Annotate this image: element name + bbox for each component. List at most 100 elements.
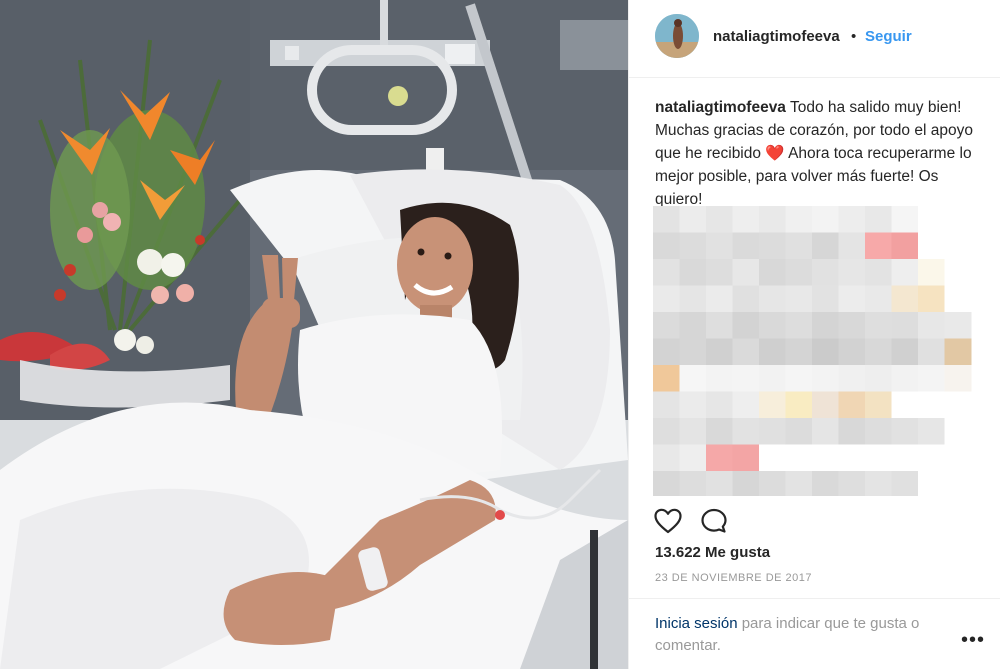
blur-pixel (944, 206, 972, 233)
blur-pixel (865, 312, 892, 339)
blur-pixel (918, 232, 945, 260)
blur-pixel (918, 444, 945, 472)
blur-pixel (865, 471, 892, 496)
blur-pixel (759, 444, 786, 472)
blur-pixel (732, 365, 760, 392)
blur-pixel (944, 338, 972, 366)
blur-pixel (679, 471, 707, 496)
blur-pixel (653, 338, 680, 366)
login-link[interactable]: Inicia sesión (655, 615, 738, 632)
blur-pixel (653, 471, 680, 496)
blur-pixel (785, 471, 813, 496)
speech-bubble-icon[interactable] (699, 506, 729, 536)
blur-pixel (891, 471, 919, 496)
blur-pixel (706, 206, 733, 233)
blur-pixel (679, 206, 707, 233)
blur-pixel (653, 259, 680, 286)
blur-pixel (918, 285, 945, 313)
blur-pixel (865, 338, 892, 366)
blur-pixel (679, 418, 707, 445)
blur-pixel (812, 312, 839, 339)
blur-pixel (944, 285, 972, 313)
red-heart-emoji-icon: ❤️ (765, 145, 785, 162)
caption-username-link[interactable]: nataliagtimofeeva (655, 99, 786, 116)
blur-pixel (838, 206, 866, 233)
follow-button[interactable]: Seguir (865, 28, 912, 45)
blur-pixel (732, 418, 760, 445)
blur-pixel (706, 338, 733, 366)
blur-pixel (785, 206, 813, 233)
blur-pixel (891, 365, 919, 392)
blur-pixel (838, 285, 866, 313)
blur-pixel (679, 312, 707, 339)
blur-pixel (732, 312, 760, 339)
blur-pixel (679, 259, 707, 286)
blur-pixel (891, 391, 919, 419)
blur-pixel (812, 259, 839, 286)
post-details-panel: nataliagtimofeeva • Seguir nataliagtimof… (628, 0, 1000, 669)
blur-pixel (785, 232, 813, 260)
blur-pixel (944, 232, 972, 260)
blur-pixel (759, 259, 786, 286)
avatar[interactable] (655, 14, 699, 58)
blur-pixel (812, 418, 839, 445)
blur-pixel (838, 259, 866, 286)
blur-pixel (759, 418, 786, 445)
blur-pixel (785, 259, 813, 286)
blur-pixel (838, 232, 866, 260)
separator-dot: • (851, 28, 857, 45)
blur-pixel (706, 232, 733, 260)
post-date: 23 DE NOVIEMBRE DE 2017 (655, 572, 813, 584)
blur-pixel (918, 206, 945, 233)
blur-pixel (944, 365, 972, 392)
blur-pixel (918, 312, 945, 339)
blur-pixel (759, 312, 786, 339)
blur-pixel (653, 312, 680, 339)
blur-pixel (891, 285, 919, 313)
blur-pixel (918, 391, 945, 419)
blur-pixel (732, 206, 760, 233)
blur-pixel (918, 418, 945, 445)
post-header: nataliagtimofeeva • Seguir (629, 0, 1000, 78)
blur-pixel (653, 232, 680, 260)
blur-pixel (653, 365, 680, 392)
blur-pixel (918, 471, 945, 496)
blur-pixel (838, 338, 866, 366)
blur-pixel (812, 471, 839, 496)
like-count[interactable]: 13.622 Me gusta (655, 544, 770, 561)
blur-pixel (891, 232, 919, 260)
blur-pixel (653, 391, 680, 419)
blur-pixel (918, 338, 945, 366)
blur-pixel (706, 312, 733, 339)
post-photo[interactable] (0, 0, 628, 669)
blur-pixel (865, 365, 892, 392)
blur-pixel (732, 285, 760, 313)
blur-pixel (785, 391, 813, 419)
blur-pixel (865, 418, 892, 445)
blur-pixel (812, 365, 839, 392)
blur-pixel (891, 206, 919, 233)
blur-pixel (706, 418, 733, 445)
blur-pixel (865, 206, 892, 233)
blur-pixel (944, 391, 972, 419)
blur-pixel (812, 232, 839, 260)
ellipsis-icon[interactable]: ••• (961, 629, 985, 652)
blur-pixel (679, 365, 707, 392)
blur-pixel (838, 365, 866, 392)
blur-pixel (706, 444, 733, 472)
blur-pixel (759, 471, 786, 496)
blur-pixel (653, 418, 680, 445)
blur-pixel (706, 259, 733, 286)
blur-pixel (865, 259, 892, 286)
blur-pixel (759, 232, 786, 260)
heart-outline-icon[interactable] (653, 506, 683, 536)
blur-pixel (944, 418, 972, 445)
blur-pixel (891, 338, 919, 366)
blur-pixel (944, 471, 972, 496)
blur-pixel (785, 312, 813, 339)
blur-pixel (838, 391, 866, 419)
blur-pixel (759, 365, 786, 392)
blur-pixel (679, 338, 707, 366)
header-username-link[interactable]: nataliagtimofeeva (713, 28, 840, 45)
blur-pixel (759, 285, 786, 313)
